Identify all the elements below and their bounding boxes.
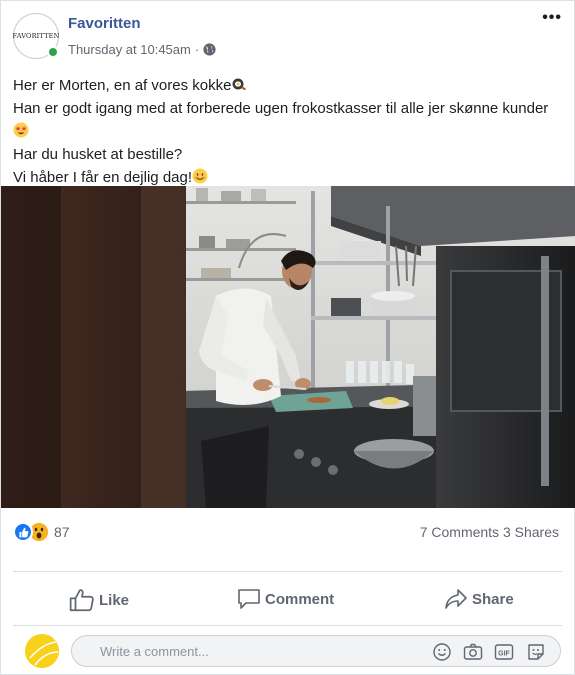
more-dots-icon: ••• [542,9,562,26]
post-line-2-text: Han er godt igang med at forberede ugen … [13,100,549,117]
share-arrow-icon [445,589,467,609]
comments-count-link[interactable]: 7 Comments [420,524,499,540]
post-line-3: Har du husket at bestille? [13,146,183,163]
sticker-icon[interactable] [526,642,546,662]
share-button[interactable]: Share [444,588,514,610]
post-photo[interactable] [1,186,575,508]
post-line-4-text: Vi håber I får en dejlig dag! [13,169,193,186]
emoji-icon[interactable] [432,642,452,662]
post-timestamp[interactable]: Thursday at 10:45am [68,42,191,57]
post-line-1-text: Her er Morten, en af vores kokke [13,77,232,94]
thumbs-up-icon [69,589,94,612]
svg-text:GIF: GIF [498,651,510,658]
post-line-2: Han er godt igang med at forberede ugen … [13,97,558,143]
post-line-1: Her er Morten, en af vores kokke [13,74,558,97]
current-user-avatar[interactable] [25,634,59,668]
more-options-button[interactable]: ••• [542,9,562,27]
meta-separator: · [194,42,200,57]
camera-icon[interactable] [463,642,483,662]
globe-icon [203,43,216,56]
post-meta: Thursday at 10:45am · [68,42,216,57]
comment-input[interactable] [100,636,420,666]
star-struck-emoji [13,122,29,138]
comment-bubble-icon [238,589,260,609]
like-button[interactable]: Like [69,588,129,612]
like-reaction-icon [13,522,33,542]
frying-pan-emoji [232,78,247,91]
avatar-logo-text: FAVORITTEN [12,32,60,40]
comments-shares-summary: 7 Comments 3 Shares [420,524,559,540]
kitchen-chef-image [1,186,575,508]
comment-button[interactable]: Comment [237,588,334,610]
online-status-dot [47,46,59,58]
reactions-summary[interactable]: 87 [13,521,70,543]
comment-label: Comment [265,590,335,608]
reaction-count: 87 [54,524,70,540]
shares-count-link[interactable]: 3 Shares [503,524,559,540]
page-name-link[interactable]: Favoritten [68,15,141,32]
post-text: Her er Morten, en af vores kokke Han er … [13,74,558,189]
actions-divider [13,625,562,626]
comment-composer: GIF [71,635,561,667]
gif-icon[interactable]: GIF [494,642,514,662]
like-label: Like [99,591,130,609]
post-card: FAVORITTEN Favoritten Thursday at 10:45a… [0,0,575,675]
share-label: Share [472,590,514,608]
stats-divider [13,571,562,572]
smiling-emoji [192,168,208,184]
